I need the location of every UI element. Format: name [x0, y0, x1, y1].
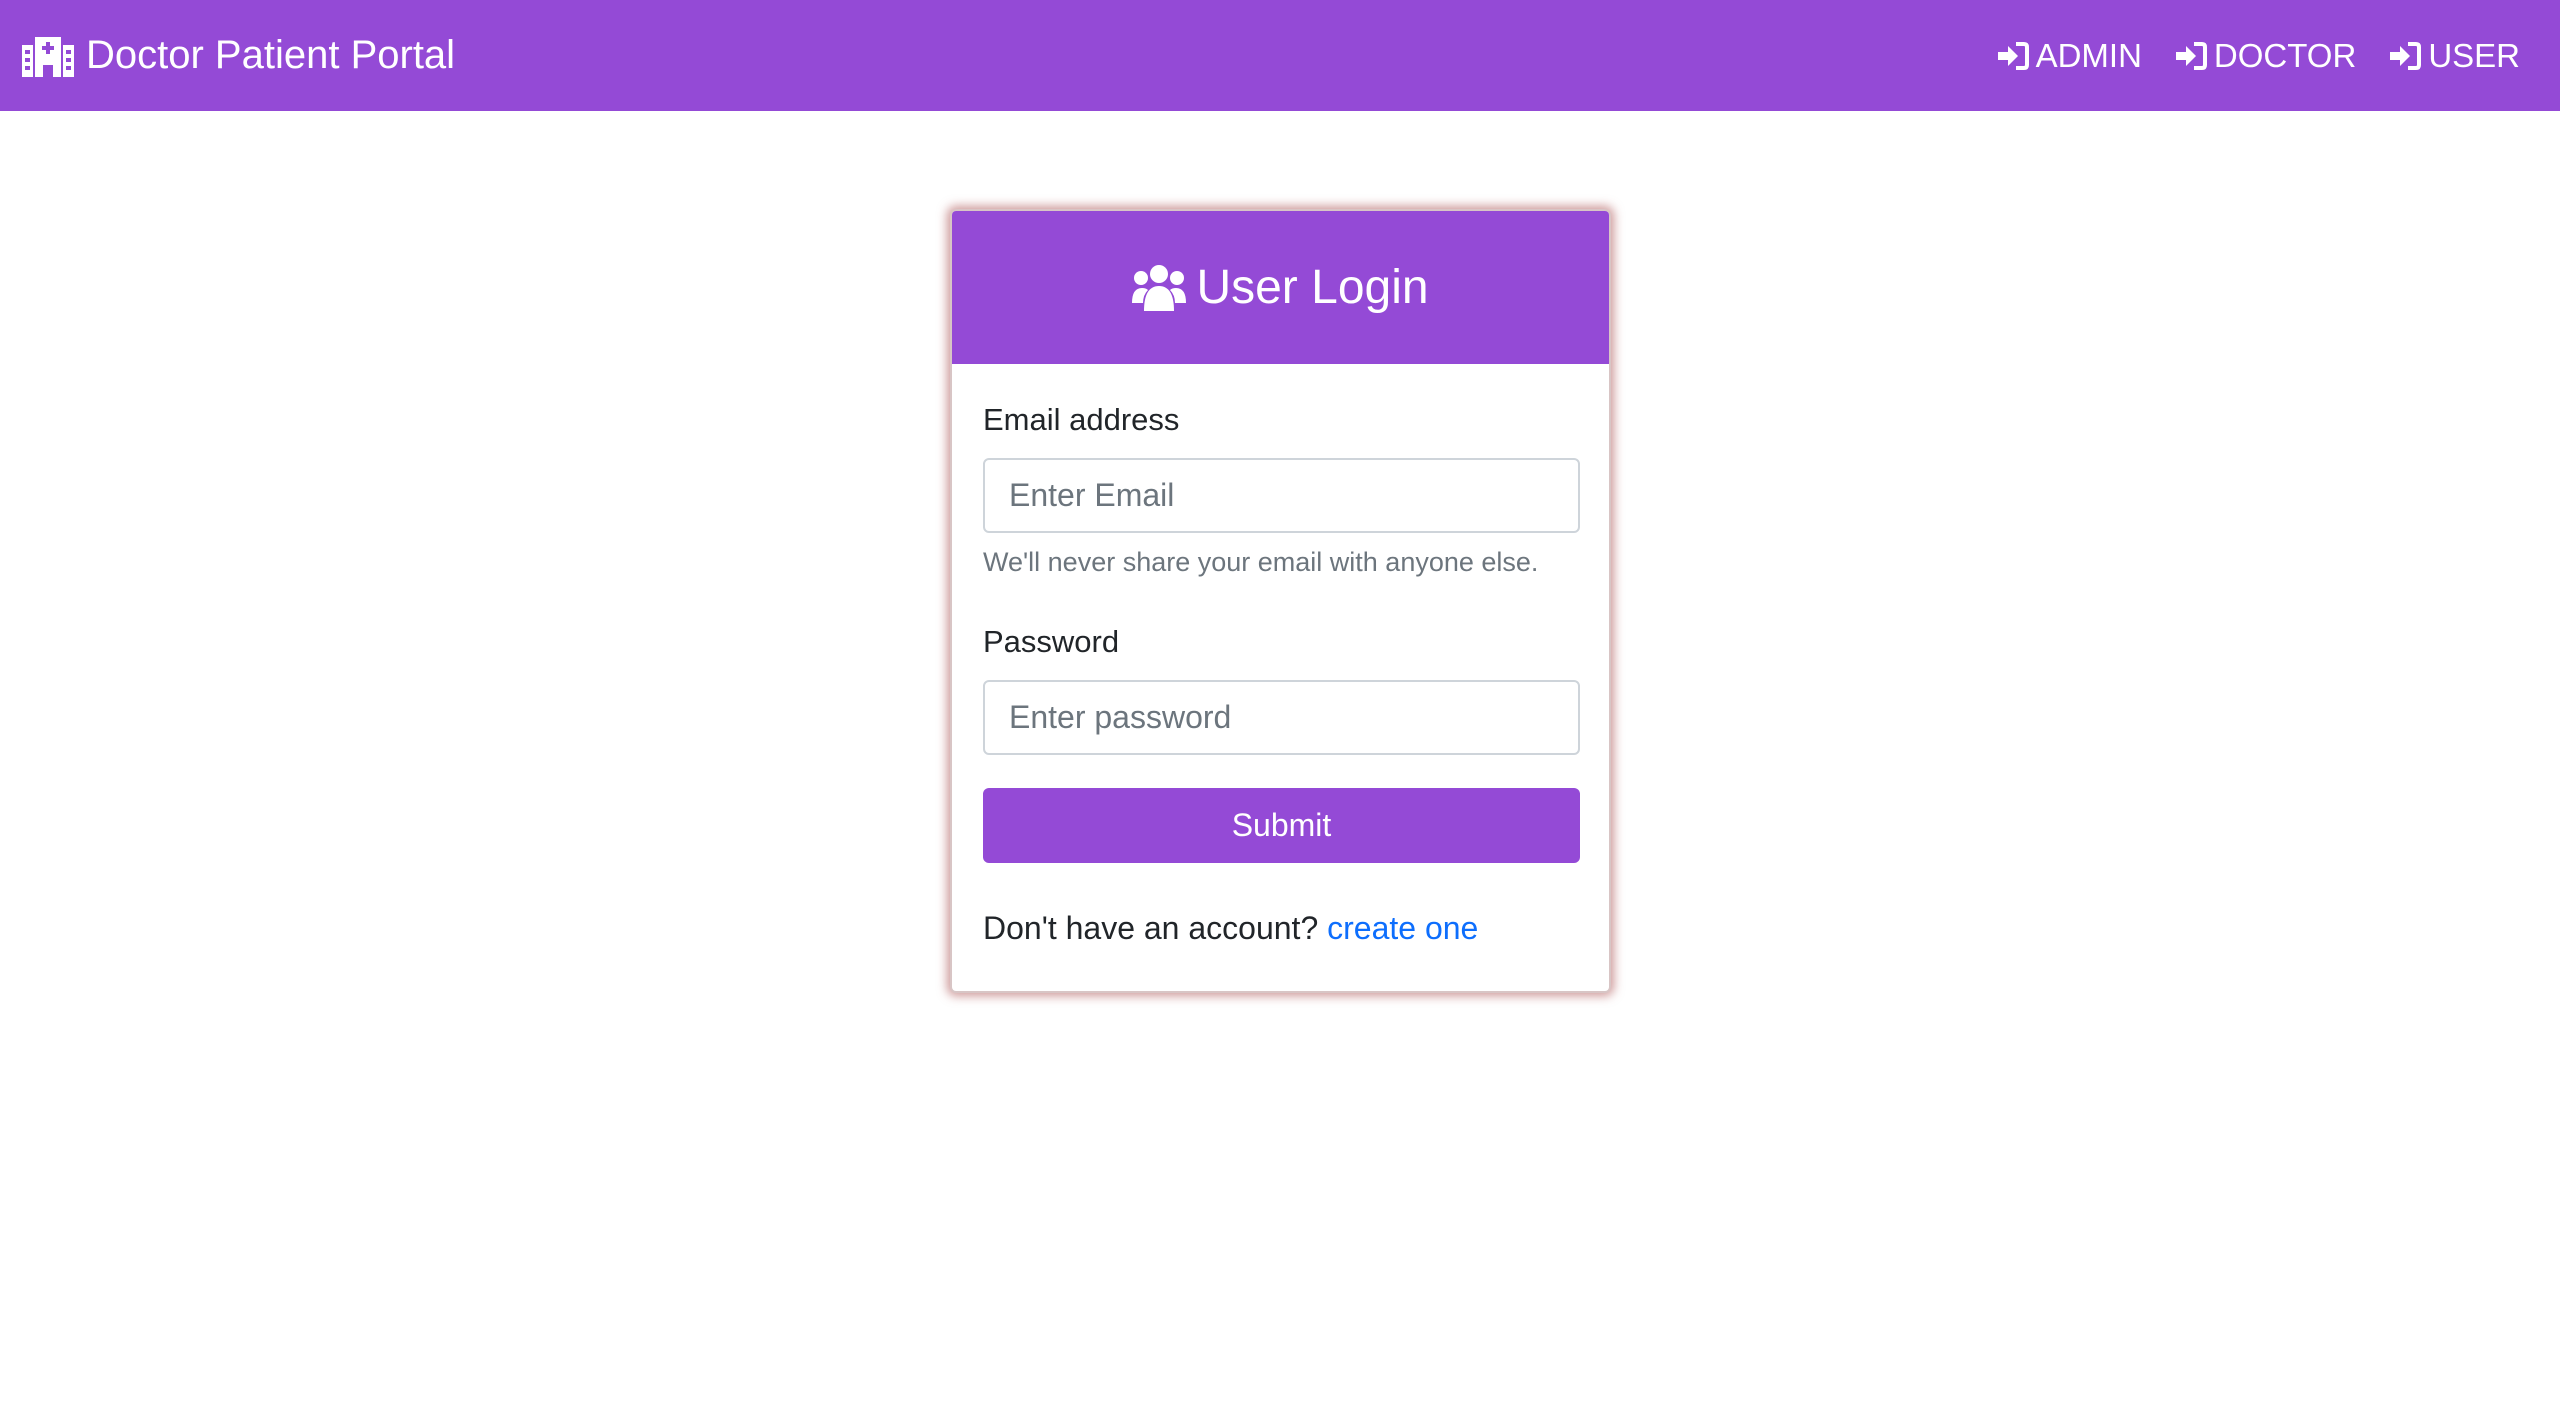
login-card: User Login Email address We'll never sha… [950, 209, 1611, 993]
nav-links: ADMIN DOCTOR USER [1964, 37, 2520, 75]
nav-link-label: ADMIN [2035, 36, 2142, 74]
password-label: Password [983, 624, 1120, 659]
nav-link-user[interactable]: USER [2388, 37, 2520, 75]
top-navbar: Doctor Patient Portal ADMIN DOCTOR USER [0, 0, 2560, 111]
users-icon [1132, 264, 1187, 311]
nav-link-label: USER [2428, 36, 2520, 74]
nav-link-admin[interactable]: ADMIN [1996, 37, 2142, 75]
signup-prompt: Don't have an account? create one [983, 910, 1478, 947]
email-input[interactable] [983, 458, 1580, 533]
brand-link[interactable]: Doctor Patient Portal [22, 33, 455, 78]
nav-link-label: DOCTOR [2213, 36, 2357, 74]
sign-in-icon [2175, 41, 2207, 70]
signup-prompt-text: Don't have an account? [983, 910, 1319, 946]
login-card-header: User Login [952, 211, 1609, 364]
submit-button[interactable]: Submit [983, 788, 1580, 863]
password-input[interactable] [983, 680, 1580, 755]
email-help-text: We'll never share your email with anyone… [983, 547, 1539, 577]
hospital-icon [22, 36, 74, 77]
create-account-link[interactable]: create one [1327, 910, 1478, 946]
nav-link-doctor[interactable]: DOCTOR [2174, 37, 2356, 75]
brand-label: Doctor Patient Portal [86, 33, 456, 77]
email-label: Email address [983, 402, 1180, 437]
sign-in-icon [2390, 41, 2422, 70]
login-title: User Login [1196, 261, 1429, 314]
sign-in-icon [1997, 41, 2029, 70]
